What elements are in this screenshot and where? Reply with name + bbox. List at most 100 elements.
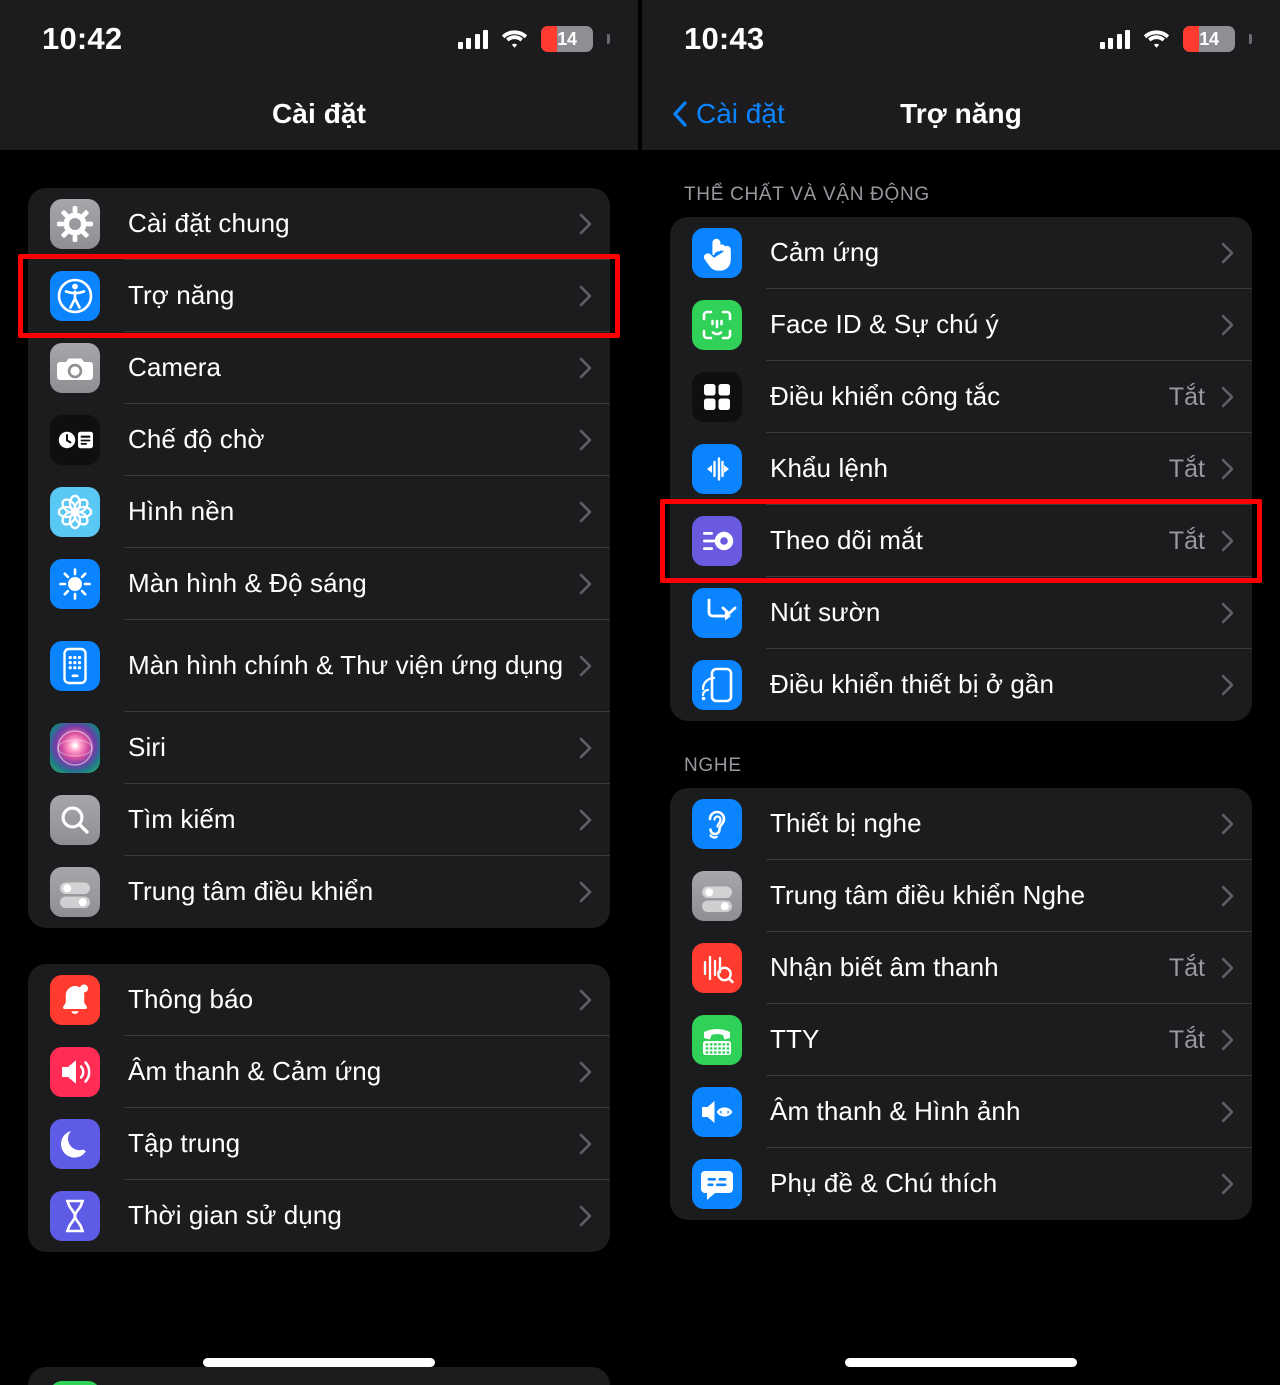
list-item[interactable]: Hình nền: [28, 476, 610, 548]
chevron-right-icon: [1221, 813, 1234, 835]
list-item[interactable]: Thời gian sử dụng: [28, 1180, 610, 1252]
list-item[interactable]: Tập trung: [28, 1108, 610, 1180]
list-item-label: Màn hình & Độ sáng: [128, 568, 367, 599]
list-item[interactable]: Tìm kiếm: [28, 784, 610, 856]
wifi-icon: [1143, 29, 1170, 49]
hearing-control-center-icon: [692, 871, 742, 921]
control-center-icon: [50, 867, 100, 917]
list-item[interactable]: Camera: [28, 332, 610, 404]
chevron-right-icon: [1221, 242, 1234, 264]
list-item-value: Tắt: [1168, 454, 1205, 483]
battery-level: 14: [557, 28, 577, 49]
list-item-label: Tập trung: [128, 1128, 241, 1159]
list-item[interactable]: Âm thanh & Cảm ứng: [28, 1036, 610, 1108]
chevron-right-icon: [579, 989, 592, 1011]
chevron-right-icon: [1221, 1173, 1234, 1195]
list-item-label: Thiết bị nghe: [770, 808, 922, 839]
physical-and-motor-section: Cảm ứng Face ID & Sự chú ý Điều khiển công…: [670, 217, 1252, 721]
chevron-right-icon: [579, 357, 592, 379]
partial-green-icon: [50, 1381, 100, 1385]
chevron-right-icon: [579, 655, 592, 677]
chevron-left-icon: [672, 101, 687, 127]
list-item-label: Cài đặt chung: [128, 208, 290, 239]
settings-group-2: Thông báo Âm thanh & Cảm ứng Tập trung Thời…: [28, 964, 610, 1252]
list-item-label: Hình nền: [128, 496, 235, 527]
chevron-right-icon: [1221, 458, 1234, 480]
home-indicator-right[interactable]: [845, 1358, 1077, 1367]
list-item-label: Khẩu lệnh: [770, 453, 889, 484]
status-indicators: 14: [1099, 26, 1252, 52]
list-item-label: Điều khiển thiết bị ở gần: [770, 669, 1055, 700]
chevron-right-icon: [1221, 314, 1234, 336]
list-item[interactable]: Thông báo: [28, 964, 610, 1036]
list-item[interactable]: Trợ năng: [28, 260, 610, 332]
list-item[interactable]: TTY Tắt: [670, 1004, 1252, 1076]
nav-bar-right: Cài đặt Trợ năng: [642, 78, 1280, 150]
accessibility-list[interactable]: THỂ CHẤT VÀ VẬN ĐỘNG Cảm ứng Face ID & Sự …: [642, 150, 1280, 1385]
list-item-label: Phụ đề & Chú thích: [770, 1168, 998, 1199]
list-item[interactable]: Phụ đề & Chú thích: [670, 1148, 1252, 1220]
list-item[interactable]: Theo dõi mắt Tắt: [670, 505, 1252, 577]
wifi-icon: [501, 29, 528, 49]
list-item-label: Face ID & Sự chú ý: [770, 309, 999, 340]
gear-icon: [50, 199, 100, 249]
list-item-value: Tắt: [1168, 1025, 1205, 1054]
section-header: THỂ CHẤT VÀ VẬN ĐỘNG: [684, 184, 930, 205]
list-item[interactable]: Trung tâm điều khiển: [28, 856, 610, 928]
chevron-right-icon: [579, 1133, 592, 1155]
nearby-device-icon: [692, 660, 742, 710]
status-clock: 10:42: [42, 21, 123, 56]
battery-cap-icon: [607, 34, 610, 44]
list-item[interactable]: Nhận biết âm thanh Tắt: [670, 932, 1252, 1004]
chevron-right-icon: [1221, 674, 1234, 696]
list-item[interactable]: Thiết bị nghe: [670, 788, 1252, 860]
chevron-right-icon: [579, 429, 592, 451]
hourglass-icon: [50, 1191, 100, 1241]
list-item[interactable]: Điều khiển công tắc Tắt: [670, 361, 1252, 433]
list-item[interactable]: Màn hình chính & Thư viện ứng dụng: [28, 620, 610, 712]
list-item[interactable]: Điều khiển thiết bị ở gần: [670, 649, 1252, 721]
back-button-label: Cài đặt: [696, 98, 785, 129]
chevron-right-icon: [1221, 602, 1234, 624]
chevron-right-icon: [1221, 530, 1234, 552]
switch-control-icon: [692, 372, 742, 422]
siri-icon: [50, 723, 100, 773]
list-item[interactable]: Cảm ứng: [670, 217, 1252, 289]
status-indicators: 14: [457, 26, 610, 52]
list-item-label: Trung tâm điều khiển Nghe: [770, 880, 1086, 911]
battery-icon: 14: [541, 26, 593, 52]
list-item-label: Siri: [128, 732, 166, 763]
wallpaper-icon: [50, 487, 100, 537]
list-item[interactable]: Chế độ chờ: [28, 404, 610, 476]
back-button[interactable]: Cài đặt: [672, 98, 785, 130]
list-item-value: Tắt: [1168, 953, 1205, 982]
list-item[interactable]: Âm thanh & Hình ảnh: [670, 1076, 1252, 1148]
nav-bar-left: Cài đặt: [0, 78, 638, 150]
battery-level: 14: [1199, 28, 1219, 49]
cellular-signal-icon: [1099, 29, 1130, 49]
chevron-right-icon: [579, 573, 592, 595]
settings-group-1: Cài đặt chung Trợ năng Camera Chế độ chờ Hìn…: [28, 188, 610, 928]
list-item[interactable]: Trung tâm điều khiển Nghe: [670, 860, 1252, 932]
chevron-right-icon: [579, 213, 592, 235]
chevron-right-icon: [579, 809, 592, 831]
list-item[interactable]: Màn hình & Độ sáng: [28, 548, 610, 620]
list-item-value: Tắt: [1168, 382, 1205, 411]
list-item[interactable]: Siri: [28, 712, 610, 784]
list-item[interactable]: Face ID & Sự chú ý: [670, 289, 1252, 361]
settings-list[interactable]: Cài đặt chung Trợ năng Camera Chế độ chờ Hìn…: [0, 150, 638, 1385]
list-item[interactable]: Cài đặt chung: [28, 188, 610, 260]
list-item-label: Điều khiển công tắc: [770, 381, 1001, 412]
list-item[interactable]: Nút sườn: [670, 577, 1252, 649]
battery-cap-icon: [1249, 34, 1252, 44]
side-button-icon: [692, 588, 742, 638]
camera-icon: [50, 343, 100, 393]
audio-visual-icon: [692, 1087, 742, 1137]
face-id-icon: [692, 300, 742, 350]
list-item[interactable]: Khẩu lệnh Tắt: [670, 433, 1252, 505]
home-indicator-left[interactable]: [203, 1358, 435, 1367]
page-title: Cài đặt: [271, 98, 367, 129]
chevron-right-icon: [1221, 957, 1234, 979]
dual-screenshot-stage: 10:42 14 Cài đặt Cài đặt chung Trợ năng Ca…: [0, 0, 1280, 1385]
status-bar-right: 10:43 14: [642, 0, 1280, 78]
